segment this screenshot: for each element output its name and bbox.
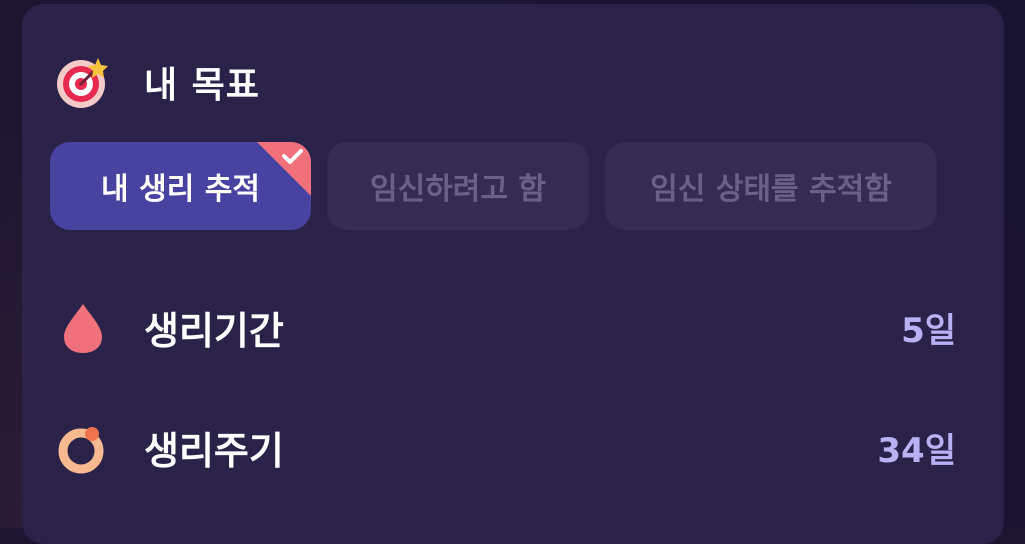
tab-trying-to-conceive[interactable]: 임신하려고 함 — [327, 142, 589, 230]
tab-track-pregnancy-label: 임신 상태를 추적함 — [650, 172, 892, 207]
tab-track-period[interactable]: 내 생리 추적 — [50, 142, 311, 230]
target-icon — [57, 58, 108, 108]
tab-track-pregnancy[interactable]: 임신 상태를 추적함 — [605, 142, 937, 230]
check-icon — [257, 142, 311, 196]
tab-trying-to-conceive-label: 임신하려고 함 — [369, 172, 547, 207]
cycle-length-value: 34일 — [877, 430, 956, 471]
period-length-label: 생리기간 — [144, 308, 284, 353]
cycle-ring-icon — [58, 427, 104, 474]
period-length-value: 5일 — [901, 310, 956, 351]
drop-icon — [64, 304, 102, 353]
goal-title: 내 목표 — [144, 65, 260, 106]
period-length-row[interactable]: 생리기간 5일 — [56, 292, 956, 362]
cycle-length-label: 생리주기 — [144, 428, 284, 473]
goal-header: 내 목표 — [56, 52, 260, 112]
goal-tabs: 내 생리 추적 임신하려고 함 임신 상태를 추적함 — [50, 142, 937, 230]
tab-track-period-label: 내 생리 추적 — [101, 172, 260, 207]
cycle-length-row[interactable]: 생리주기 34일 — [56, 412, 956, 482]
